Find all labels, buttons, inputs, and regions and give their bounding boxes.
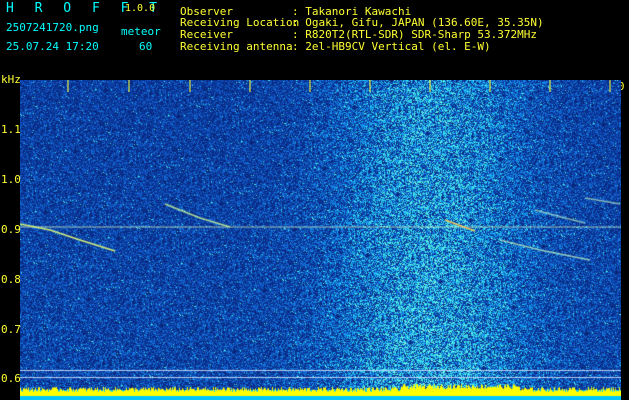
spectrogram-canvas bbox=[20, 80, 621, 400]
antenna-label: Receiving antenna bbox=[180, 40, 293, 53]
location-label: Receiving Location bbox=[180, 16, 300, 29]
frequency-axis bbox=[0, 72, 20, 400]
time-tick-marks bbox=[67, 80, 611, 92]
app-version: 1.0.0 bbox=[125, 3, 156, 14]
receiver-label: Receiver bbox=[180, 28, 233, 41]
mode-value: 60 bbox=[139, 40, 153, 53]
mode-label: meteor bbox=[121, 25, 161, 38]
frequency-tick-label: 0.6 bbox=[1, 372, 21, 385]
location-value: : Ogaki, Gifu, JAPAN (136.60E, 35.35N) bbox=[292, 16, 544, 29]
frequency-tick-label: 0.7 bbox=[1, 323, 21, 336]
date-time: 25.07.24 17:20 bbox=[6, 40, 99, 53]
frequency-tick-label: 0.9 bbox=[1, 223, 21, 236]
frequency-tick-label: 0.8 bbox=[1, 273, 21, 286]
frequency-tick-label: 1.1 bbox=[1, 123, 21, 136]
antenna-value: : 2el-HB9CV Vertical (el. E-W) bbox=[292, 40, 491, 53]
receiver-value: : R820T2(RTL-SDR) SDR-Sharp 53.372MHz bbox=[292, 28, 538, 41]
file-name: 2507241720.png bbox=[6, 21, 99, 34]
spectrogram-window: H R O F F T 1.0.0 2507241720.png meteor … bbox=[0, 0, 629, 400]
frequency-tick-label: 1.0 bbox=[1, 173, 21, 186]
